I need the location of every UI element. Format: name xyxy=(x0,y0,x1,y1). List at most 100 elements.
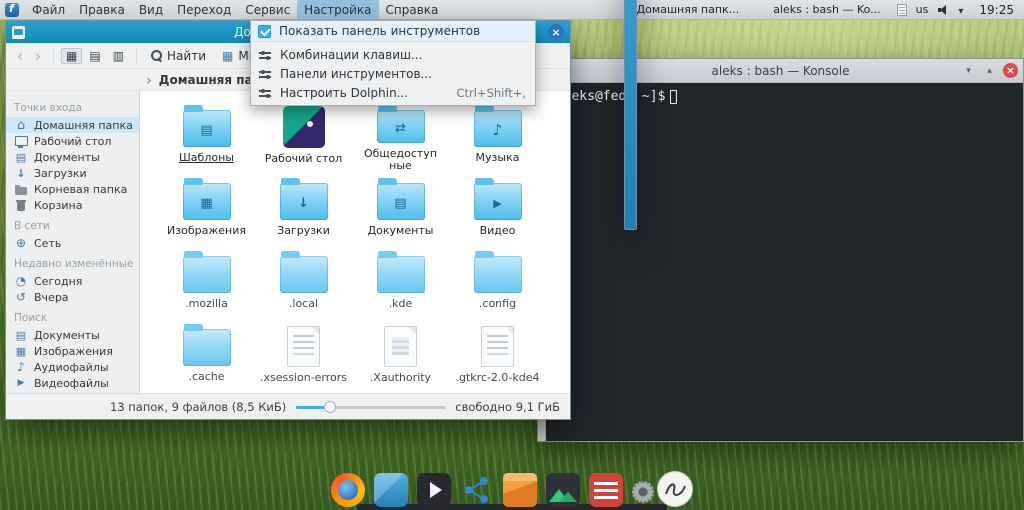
media-player-icon[interactable] xyxy=(417,473,451,507)
sidebar-item-downloads[interactable]: Загрузки xyxy=(6,165,139,181)
text-file-icon xyxy=(287,326,320,367)
preview-icon xyxy=(222,49,233,63)
folder-icon xyxy=(280,256,328,293)
sidebar-item-search-audio[interactable]: Аудиофайлы xyxy=(6,359,139,375)
clipboard-icon[interactable] xyxy=(897,4,907,16)
folder-desktop-icon xyxy=(283,106,325,148)
checkbox-checked-icon[interactable] xyxy=(258,25,271,38)
folder-documents-icon xyxy=(377,183,425,220)
minimize-icon[interactable] xyxy=(961,63,976,78)
menu-item-label: Панели инструментов... xyxy=(280,67,432,81)
file-item[interactable]: Общедоступные xyxy=(352,99,449,172)
menu-help[interactable]: Справка xyxy=(379,0,446,20)
folder-view[interactable]: Шаблоны Рабочий стол Общедоступные Музык… xyxy=(140,91,570,393)
today-icon xyxy=(14,275,28,288)
icons-view-button[interactable] xyxy=(61,48,82,64)
volume-icon[interactable] xyxy=(937,4,949,16)
folder-icon xyxy=(377,256,425,293)
desktop-icon xyxy=(14,135,28,148)
file-item[interactable]: .xsession-errors xyxy=(255,318,352,391)
taskbar-window-label: aleks : bash — Ko... xyxy=(773,3,880,16)
menu-tools[interactable]: Сервис xyxy=(238,0,297,20)
tray-expander-icon[interactable] xyxy=(958,3,963,17)
dolphin-statusbar: 13 папок, 9 файлов (8,5 КиБ) свободно 9,… xyxy=(6,393,570,419)
file-manager-icon[interactable] xyxy=(374,473,408,507)
file-item[interactable]: .config xyxy=(449,245,546,318)
taskbar-window-konsole[interactable]: aleks : bash — Ko... xyxy=(755,0,880,202)
close-icon[interactable] xyxy=(1003,63,1018,78)
sidebar-item-yesterday[interactable]: Вчера xyxy=(6,289,139,305)
menu-settings[interactable]: Настройка xyxy=(297,0,378,20)
menu-item-toolbars[interactable]: Панели инструментов... xyxy=(251,64,535,83)
sidebar-item-home[interactable]: Домашняя папка xyxy=(6,117,139,133)
menu-item-label: Показать панель инструментов xyxy=(279,24,480,38)
toolbars-icon xyxy=(258,67,272,80)
file-item[interactable]: Рабочий стол xyxy=(255,99,352,172)
find-label: Найти xyxy=(167,49,206,63)
zoom-slider[interactable] xyxy=(296,400,446,414)
menu-item-show-toolbar[interactable]: Показать панель инструментов xyxy=(251,21,535,42)
menu-shortcut: Ctrl+Shift+, xyxy=(456,86,526,100)
drawing-app-icon[interactable] xyxy=(657,471,693,507)
file-item[interactable]: Документы xyxy=(352,172,449,245)
back-icon[interactable]: ‹ xyxy=(12,46,28,66)
file-item[interactable]: .Xauthority xyxy=(352,318,449,391)
file-item[interactable]: .local xyxy=(255,245,352,318)
image-viewer-icon[interactable] xyxy=(546,473,580,507)
menu-item-configure-dolphin[interactable]: Настроить Dolphin... Ctrl+Shift+, xyxy=(251,83,535,102)
file-item[interactable]: .gtkrc-2.0-kde4 xyxy=(449,318,546,391)
configure-icon xyxy=(258,86,272,99)
menu-view[interactable]: Вид xyxy=(132,0,170,20)
taskbar-window-dolphin[interactable]: Домашняя папк... xyxy=(619,0,740,210)
share-graph-icon[interactable] xyxy=(460,473,494,507)
dolphin-icon xyxy=(624,0,637,230)
sidebar-item-network[interactable]: Сеть xyxy=(6,235,139,251)
menu-file[interactable]: Файл xyxy=(25,0,72,20)
file-item[interactable]: Изображения xyxy=(158,172,255,245)
slider-knob[interactable] xyxy=(324,401,336,413)
folder-music-icon xyxy=(474,110,522,147)
sidebar-item-desktop[interactable]: Рабочий стол xyxy=(6,133,139,149)
forward-icon[interactable]: › xyxy=(30,46,46,66)
close-icon[interactable] xyxy=(548,24,564,40)
folder-public-icon xyxy=(377,110,425,143)
sidebar-item-search-images[interactable]: Изображения xyxy=(6,343,139,359)
file-item[interactable]: Видео xyxy=(449,172,546,245)
keyboard-layout-indicator[interactable]: us xyxy=(916,3,929,16)
file-item[interactable]: .cache xyxy=(158,318,255,391)
folder-icon xyxy=(183,329,231,366)
maximize-icon[interactable] xyxy=(982,63,997,78)
find-button[interactable]: Найти xyxy=(144,47,213,65)
sidebar-item-documents[interactable]: Документы xyxy=(6,149,139,165)
firewall-icon[interactable] xyxy=(589,473,623,507)
file-item[interactable]: Шаблоны xyxy=(158,99,255,172)
root-folder-icon xyxy=(14,183,28,196)
file-item[interactable]: Музыка xyxy=(449,99,546,172)
compact-view-button[interactable] xyxy=(84,48,105,64)
sidebar-item-search-video[interactable]: Видеофайлы xyxy=(6,375,139,391)
package-icon[interactable] xyxy=(503,473,537,507)
dolphin-window-icon xyxy=(12,26,25,39)
clock[interactable]: 19:25 xyxy=(979,3,1014,17)
file-item[interactable]: Загрузки xyxy=(255,172,352,245)
yesterday-icon xyxy=(14,291,28,304)
status-summary: 13 папок, 9 файлов (8,5 КиБ) xyxy=(110,400,286,414)
sidebar-item-search-documents[interactable]: Документы xyxy=(6,327,139,343)
menu-go[interactable]: Переход xyxy=(170,0,238,20)
details-view-button[interactable] xyxy=(108,48,129,64)
templates-emblem-icon xyxy=(183,110,231,147)
sidebar-item-today[interactable]: Сегодня xyxy=(6,273,139,289)
menu-edit[interactable]: Правка xyxy=(72,0,132,20)
trash-icon xyxy=(14,199,28,212)
file-item[interactable]: .kde xyxy=(352,245,449,318)
settings-menu: Показать панель инструментов Комбинации … xyxy=(250,20,536,106)
active-app-icon[interactable] xyxy=(5,3,19,17)
sidebar-item-root[interactable]: Корневая папка xyxy=(6,181,139,197)
firefox-icon[interactable] xyxy=(331,473,365,507)
sidebar-item-trash[interactable]: Корзина xyxy=(6,197,139,213)
global-menubar: Файл Правка Вид Переход Сервис Настройка… xyxy=(0,0,1024,20)
menu-item-shortcuts[interactable]: Комбинации клавиш... xyxy=(251,45,535,64)
folder-templates-icon xyxy=(183,110,231,147)
gear-icon[interactable] xyxy=(632,481,654,503)
file-item[interactable]: .mozilla xyxy=(158,245,255,318)
